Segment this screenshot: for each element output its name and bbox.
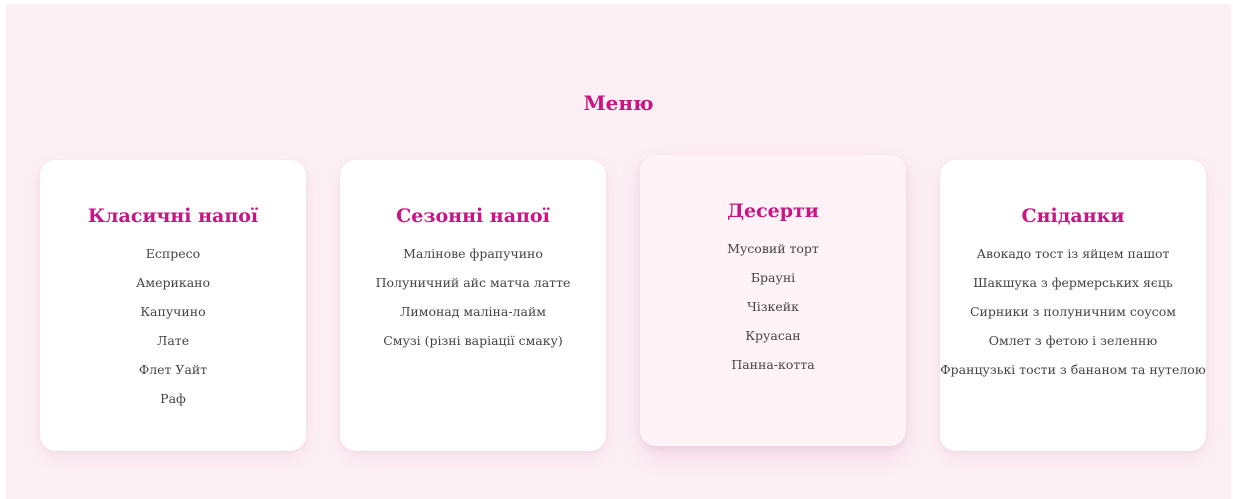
menu-item: Сирники з полуничним соусом xyxy=(969,304,1177,319)
menu-item: Авокадо тост із яйцем пашот xyxy=(976,246,1170,261)
menu-item-list: Авокадо тост із яйцем пашот Шакшука з фе… xyxy=(940,246,1206,378)
menu-card-classic-drinks[interactable]: Класичні напої Еспресо Американо Капучин… xyxy=(40,160,306,451)
menu-item-list: Еспресо Американо Капучино Лате Флет Уай… xyxy=(40,246,306,407)
menu-item: Смузі (різні варіації смаку) xyxy=(383,333,563,348)
menu-item-list: Мусовий торт Брауні Чізкейк Круасан Панн… xyxy=(640,241,906,373)
menu-item: Брауні xyxy=(750,270,796,285)
menu-item: Лате xyxy=(156,333,190,348)
menu-item: Американо xyxy=(135,275,211,290)
menu-card-breakfasts[interactable]: Сніданки Авокадо тост із яйцем пашот Шак… xyxy=(940,160,1206,451)
menu-title: Меню xyxy=(583,91,654,115)
menu-item: Мусовий торт xyxy=(727,241,819,256)
menu-card-seasonal-drinks[interactable]: Сезонні напої Малінове фрапучино Полунич… xyxy=(340,160,606,451)
menu-item: Полуничний айс матча латте xyxy=(375,275,571,290)
menu-item: Чізкейк xyxy=(747,299,799,314)
menu-item: Раф xyxy=(160,391,186,406)
menu-item: Французькі тости з бананом та нутелою xyxy=(940,362,1206,377)
menu-item: Лимонад маліна-лайм xyxy=(399,304,547,319)
menu-item-list: Малінове фрапучино Полуничний айс матча … xyxy=(340,246,606,349)
menu-item: Еспресо xyxy=(145,246,201,261)
menu-item: Флет Уайт xyxy=(138,362,208,377)
card-title: Сніданки xyxy=(1021,205,1125,227)
menu-page: Меню Класичні напої Еспресо Американо Ка… xyxy=(6,4,1231,499)
card-title: Сезонні напої xyxy=(396,205,550,227)
menu-item: Панна-котта xyxy=(731,357,815,372)
menu-card-desserts[interactable]: Десерти Мусовий торт Брауні Чізкейк Круа… xyxy=(640,155,906,446)
menu-item: Омлет з фетою і зеленню xyxy=(988,333,1158,348)
card-title: Десерти xyxy=(727,200,819,222)
card-title: Класичні напої xyxy=(87,205,259,227)
menu-sections: Класичні напої Еспресо Американо Капучин… xyxy=(40,155,1208,460)
menu-item: Шакшука з фермерських яєць xyxy=(973,275,1173,290)
menu-item: Капучино xyxy=(140,304,206,319)
menu-item: Малінове фрапучино xyxy=(403,246,543,261)
menu-item: Круасан xyxy=(745,328,801,343)
